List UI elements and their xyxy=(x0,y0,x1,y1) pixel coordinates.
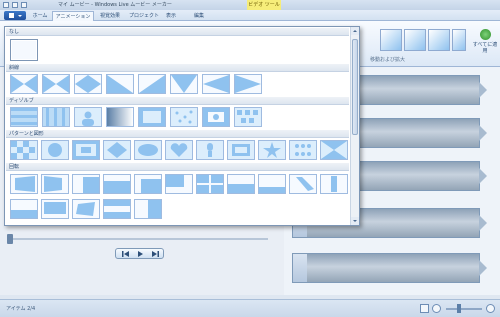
gallery-section-rotations: 回転 xyxy=(6,163,349,171)
title-bar: マイ ムービー - Windows Live ムービー メーカー ビデオ ツール xyxy=(0,0,500,10)
seek-bar[interactable] xyxy=(10,238,268,240)
gallery-row-dissolves xyxy=(10,107,266,127)
gallery-section-patterns: パターンと図形 xyxy=(6,130,349,138)
gallery-row-rotations-1 xyxy=(10,174,359,194)
transition-tile[interactable] xyxy=(10,174,38,194)
gallery-row-rotations-2 xyxy=(10,199,165,219)
transition-tile[interactable] xyxy=(72,174,100,194)
transition-tile[interactable] xyxy=(134,140,162,160)
ribbon-group-label: 移動および拡大 xyxy=(370,57,406,63)
tab-project[interactable]: プロジェクト xyxy=(128,11,160,21)
gallery-scrollbar[interactable] xyxy=(350,27,359,225)
save-icon[interactable] xyxy=(3,2,9,8)
gallery-section-diagonals: 斜線 xyxy=(6,64,349,72)
scroll-down-icon[interactable] xyxy=(351,217,359,225)
transition-tile[interactable] xyxy=(41,199,69,219)
transition-tile[interactable] xyxy=(258,174,286,194)
ribbon-tab-bar: ホーム アニメーション 視覚効果 プロジェクト 表示 編集 xyxy=(0,10,500,21)
transition-tile[interactable] xyxy=(74,107,102,127)
transition-tile[interactable] xyxy=(103,174,131,194)
tab-edit[interactable]: 編集 xyxy=(190,11,208,21)
transition-tile[interactable] xyxy=(103,199,131,219)
seek-knob[interactable] xyxy=(7,234,13,244)
transition-tile[interactable] xyxy=(202,107,230,127)
gallery-section-dissolves: ディゾルブ xyxy=(6,97,349,105)
zoom-icon[interactable] xyxy=(432,304,441,313)
transition-tile[interactable] xyxy=(170,74,198,94)
transition-tile[interactable] xyxy=(103,140,131,160)
previous-frame-icon[interactable] xyxy=(122,251,129,257)
transition-tile[interactable] xyxy=(170,107,198,127)
transition-tile[interactable] xyxy=(289,174,317,194)
pan-zoom-thumb[interactable] xyxy=(404,29,426,51)
gallery-section-none: なし xyxy=(6,28,349,36)
transition-tile[interactable] xyxy=(41,174,69,194)
app-menu-icon[interactable] xyxy=(4,11,26,20)
transition-tile[interactable] xyxy=(10,107,38,127)
transitions-gallery: なし 斜線 ディゾルブ パターンと図形 回転 xyxy=(4,26,360,226)
tab-visual-effects[interactable]: 視覚効果 xyxy=(96,11,124,21)
tab-home[interactable]: ホーム xyxy=(30,11,50,21)
transition-tile[interactable] xyxy=(289,140,317,160)
pan-zoom-thumb[interactable] xyxy=(380,29,402,51)
tab-animations[interactable]: アニメーション xyxy=(52,11,94,21)
transition-tile[interactable] xyxy=(42,74,70,94)
transition-tile[interactable] xyxy=(134,199,162,219)
transition-tile[interactable] xyxy=(72,140,100,160)
transition-tile[interactable] xyxy=(320,174,348,194)
apply-all-label: すべてに適用 xyxy=(472,42,498,54)
transition-tile[interactable] xyxy=(10,199,38,219)
transition-tile[interactable] xyxy=(165,174,193,194)
check-icon xyxy=(480,29,491,40)
transition-tile[interactable] xyxy=(227,140,255,160)
status-item-count: アイテム 2/4 xyxy=(6,306,36,312)
apply-all-button[interactable]: すべてに適用 xyxy=(472,29,498,59)
scroll-up-icon[interactable] xyxy=(351,27,359,35)
zoom-slider[interactable] xyxy=(446,308,482,310)
window-title: マイ ムービー - Windows Live ムービー メーカー xyxy=(58,2,172,8)
pan-zoom-thumb[interactable] xyxy=(452,29,466,51)
storyboard-clip[interactable] xyxy=(292,253,487,283)
transition-tile[interactable] xyxy=(42,107,70,127)
transition-tile[interactable] xyxy=(165,140,193,160)
tab-view[interactable]: 表示 xyxy=(162,11,180,21)
transition-tile[interactable] xyxy=(106,107,134,127)
transition-tile[interactable] xyxy=(134,174,162,194)
gallery-row-patterns xyxy=(10,140,351,160)
transition-tile[interactable] xyxy=(10,74,38,94)
transition-tile[interactable] xyxy=(106,74,134,94)
transition-tile[interactable] xyxy=(41,140,69,160)
transition-tile[interactable] xyxy=(138,107,166,127)
transition-tile[interactable] xyxy=(227,174,255,194)
transition-tile[interactable] xyxy=(258,140,286,160)
transition-tile[interactable] xyxy=(74,74,102,94)
redo-icon[interactable] xyxy=(21,2,27,8)
transition-tile[interactable] xyxy=(234,74,262,94)
zoom-knob[interactable] xyxy=(457,304,461,313)
gallery-row-diagonals xyxy=(10,74,266,94)
transition-tile-none[interactable] xyxy=(10,39,38,61)
undo-icon[interactable] xyxy=(12,2,18,8)
transition-tile[interactable] xyxy=(234,107,262,127)
transition-tile[interactable] xyxy=(10,140,38,160)
next-frame-icon[interactable] xyxy=(152,251,159,257)
play-icon[interactable] xyxy=(137,251,144,257)
contextual-tab-video-tools: ビデオ ツール xyxy=(247,0,281,10)
transition-tile[interactable] xyxy=(320,140,348,160)
transition-tile[interactable] xyxy=(72,199,100,219)
transition-tile[interactable] xyxy=(196,140,224,160)
playback-controls xyxy=(115,248,164,259)
pan-zoom-thumb[interactable] xyxy=(428,29,450,51)
gallery-row-none xyxy=(10,39,42,61)
storyboard-view-icon[interactable] xyxy=(420,304,429,313)
status-bar: アイテム 2/4 xyxy=(0,299,500,317)
transition-tile[interactable] xyxy=(138,74,166,94)
gallery-scroll-thumb[interactable] xyxy=(352,39,358,135)
transition-tile[interactable] xyxy=(196,174,224,194)
zoom-in-icon[interactable] xyxy=(486,304,495,313)
transition-tile[interactable] xyxy=(202,74,230,94)
